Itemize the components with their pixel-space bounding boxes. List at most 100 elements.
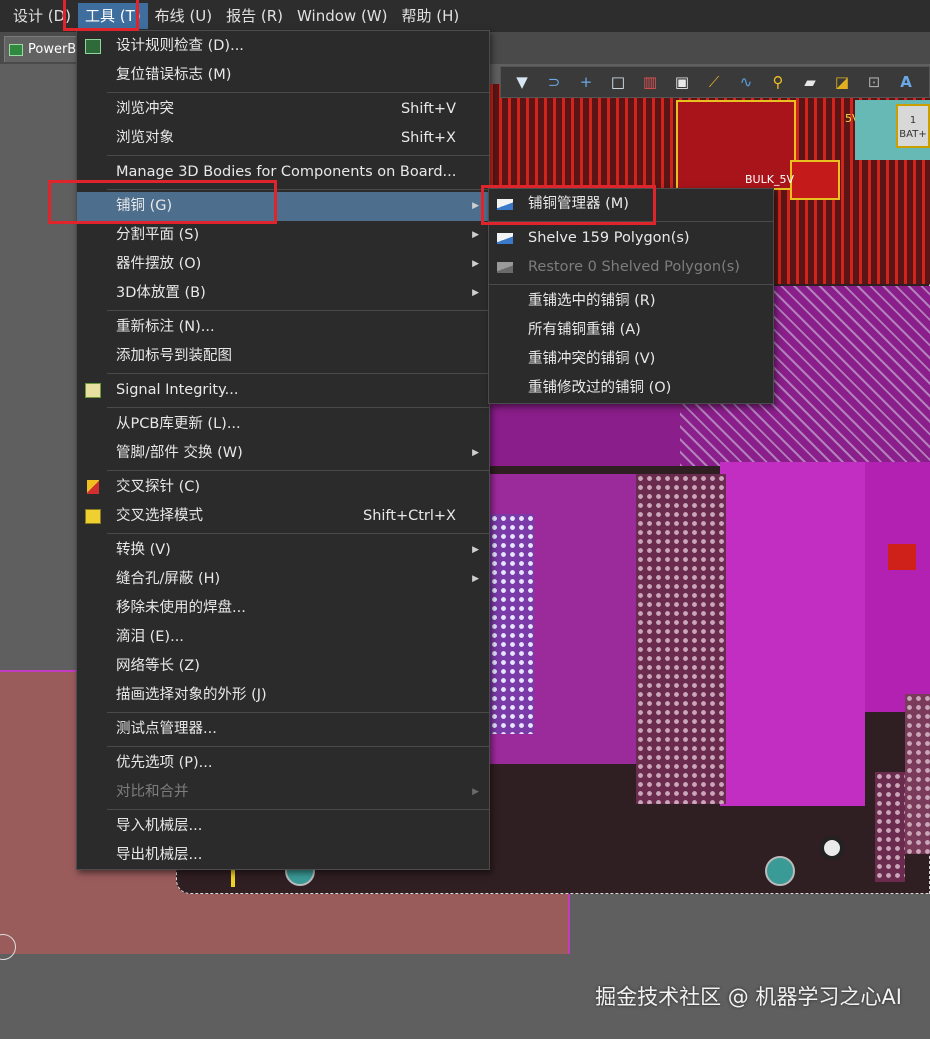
- menu-route[interactable]: 布线 (U): [148, 3, 219, 29]
- menu-separator: [107, 155, 489, 156]
- menu-item-repour-modified[interactable]: 重铺修改过的铺铜 (O): [489, 374, 773, 403]
- menu-item-testpoint-manager[interactable]: 测试点管理器...: [77, 715, 489, 744]
- magenta-pour-far: [865, 462, 930, 712]
- document-tab[interactable]: PowerBoard.PcbDoc: [4, 36, 84, 62]
- menu-item-restore-shelved: Restore 0 Shelved Polygon(s): [489, 253, 773, 282]
- menu-item-browse-violations[interactable]: 浏览冲突 Shift+V: [77, 95, 489, 124]
- menu-item-drc[interactable]: 设计规则检查 (D)...: [77, 32, 489, 61]
- cross-probe-icon: [87, 480, 99, 494]
- drc-icon: [85, 39, 101, 54]
- component-icon[interactable]: ▣: [667, 69, 697, 95]
- bat-connector: 1 BAT+: [896, 104, 930, 148]
- menu-item-3d-body-placement[interactable]: 3D体放置 (B) ▶: [77, 279, 489, 308]
- shelve-icon: [497, 233, 513, 244]
- test-point-2: [765, 856, 795, 886]
- annotation-box-polygon-manager: [481, 185, 656, 225]
- shortcut-label: Shift+Ctrl+X: [363, 508, 456, 524]
- submenu-arrow-icon: ▶: [472, 574, 479, 584]
- bat-pin-number: 1: [909, 115, 917, 126]
- submenu-arrow-icon: ▶: [472, 545, 479, 555]
- length-tune-icon[interactable]: ∿: [731, 69, 761, 95]
- submenu-arrow-icon: ▶: [472, 288, 479, 298]
- menu-item-preferences[interactable]: 优先选项 (P)...: [77, 749, 489, 778]
- interactive-route-icon[interactable]: ⟋: [699, 69, 729, 95]
- menu-separator: [107, 470, 489, 471]
- filter-icon[interactable]: ▼: [507, 69, 537, 95]
- restore-icon: [497, 262, 513, 273]
- pcb-active-bar: ▼ ⊃ + □ ▥ ▣ ⟋ ∿ ⚲ ▰ ◪ ⊡ A: [500, 66, 930, 98]
- line-icon[interactable]: ◪: [827, 69, 857, 95]
- menu-item-reset-error-markers[interactable]: 复位错误标志 (M): [77, 61, 489, 90]
- via-array-3: [905, 694, 930, 854]
- menu-item-import-mechanical-layers[interactable]: 导入机械层...: [77, 812, 489, 841]
- menu-item-re-annotate[interactable]: 重新标注 (N)...: [77, 313, 489, 342]
- menu-item-repour-all[interactable]: 所有铺铜重铺 (A): [489, 316, 773, 345]
- menu-item-teardrops[interactable]: 滴泪 (E)...: [77, 623, 489, 652]
- dimension-icon[interactable]: ⊡: [859, 69, 889, 95]
- submenu-arrow-icon: ▶: [472, 448, 479, 458]
- signal-integrity-icon: [85, 383, 101, 398]
- via-icon[interactable]: ⚲: [763, 69, 793, 95]
- menu-item-repour-selected[interactable]: 重铺选中的铺铜 (R): [489, 287, 773, 316]
- menu-help[interactable]: 帮助 (H): [394, 3, 466, 29]
- menu-separator: [107, 407, 489, 408]
- text-icon[interactable]: A: [891, 69, 921, 95]
- menu-bar: 设计 (D) 工具 (T) 布线 (U) 报告 (R) Window (W) 帮…: [0, 0, 930, 32]
- tools-menu: 设计规则检查 (D)... 复位错误标志 (M) 浏览冲突 Shift+V 浏览对…: [76, 30, 490, 870]
- menu-item-via-stitching[interactable]: 缝合孔/屏蔽 (H) ▶: [77, 565, 489, 594]
- menu-item-shelve-polygons[interactable]: Shelve 159 Polygon(s): [489, 224, 773, 253]
- submenu-arrow-icon: ▶: [472, 201, 479, 211]
- add-icon[interactable]: +: [571, 69, 601, 95]
- menu-item-pin-part-swap[interactable]: 管脚/部件 交换 (W) ▶: [77, 439, 489, 468]
- menu-separator: [107, 92, 489, 93]
- yellow-marker: [231, 869, 235, 887]
- menu-separator: [107, 310, 489, 311]
- bulk-5v-pad: [790, 160, 840, 200]
- shortcut-label: Shift+V: [400, 101, 456, 117]
- pcb-document-icon: [9, 43, 23, 56]
- menu-separator: [107, 809, 489, 810]
- menu-item-convert[interactable]: 转换 (V) ▶: [77, 536, 489, 565]
- bat-label: BAT+: [899, 129, 927, 140]
- menu-separator: [489, 284, 773, 285]
- annotation-box-polygon-pours: [48, 180, 277, 224]
- align-icon[interactable]: ▥: [635, 69, 665, 95]
- fill-icon[interactable]: ▰: [795, 69, 825, 95]
- annotation-box-tools-menu: [63, 0, 139, 31]
- select-box-icon[interactable]: □: [603, 69, 633, 95]
- menu-separator: [107, 373, 489, 374]
- menu-item-cross-probe[interactable]: 交叉探针 (C): [77, 473, 489, 502]
- menu-item-signal-integrity[interactable]: Signal Integrity...: [77, 376, 489, 405]
- menu-item-compare-merge: 对比和合并 ▶: [77, 778, 489, 807]
- menu-item-equalize-net-lengths[interactable]: 网络等长 (Z): [77, 652, 489, 681]
- via-array-4: [875, 772, 905, 882]
- cross-select-icon: [85, 509, 101, 524]
- menu-reports[interactable]: 报告 (R): [219, 3, 290, 29]
- submenu-arrow-icon: ▶: [472, 230, 479, 240]
- menu-window[interactable]: Window (W): [290, 3, 394, 29]
- magenta-pour-right: [720, 462, 865, 806]
- menu-item-component-placement[interactable]: 器件摆放 (O) ▶: [77, 250, 489, 279]
- via-array-1: [636, 474, 726, 804]
- red-pad: [888, 544, 916, 570]
- menu-item-remove-unused-pads[interactable]: 移除未使用的焊盘...: [77, 594, 489, 623]
- bulk-5v-label: BULK_5V: [745, 173, 794, 186]
- menu-item-browse-objects[interactable]: 浏览对象 Shift+X: [77, 124, 489, 153]
- menu-item-repour-violating[interactable]: 重铺冲突的铺铜 (V): [489, 345, 773, 374]
- shortcut-label: Shift+X: [400, 130, 456, 146]
- menu-item-export-mechanical-layers[interactable]: 导出机械层...: [77, 841, 489, 870]
- submenu-arrow-icon: ▶: [472, 787, 479, 797]
- route-icon[interactable]: ⊃: [539, 69, 569, 95]
- menu-separator: [107, 712, 489, 713]
- menu-item-outline-selected[interactable]: 描画选择对象的外形 (J): [77, 681, 489, 710]
- menu-item-cross-select-mode[interactable]: 交叉选择模式 Shift+Ctrl+X: [77, 502, 489, 531]
- watermark: 掘金技术社区 @ 机器学习之心AI: [595, 985, 902, 1009]
- menu-item-add-designators[interactable]: 添加标号到装配图: [77, 342, 489, 371]
- menu-item-update-from-library[interactable]: 从PCB库更新 (L)...: [77, 410, 489, 439]
- menu-separator: [107, 746, 489, 747]
- via-array-2: [490, 514, 534, 734]
- submenu-arrow-icon: ▶: [472, 259, 479, 269]
- menu-item-split-planes[interactable]: 分割平面 (S) ▶: [77, 221, 489, 250]
- menu-separator: [107, 533, 489, 534]
- mounting-hole: [820, 836, 844, 860]
